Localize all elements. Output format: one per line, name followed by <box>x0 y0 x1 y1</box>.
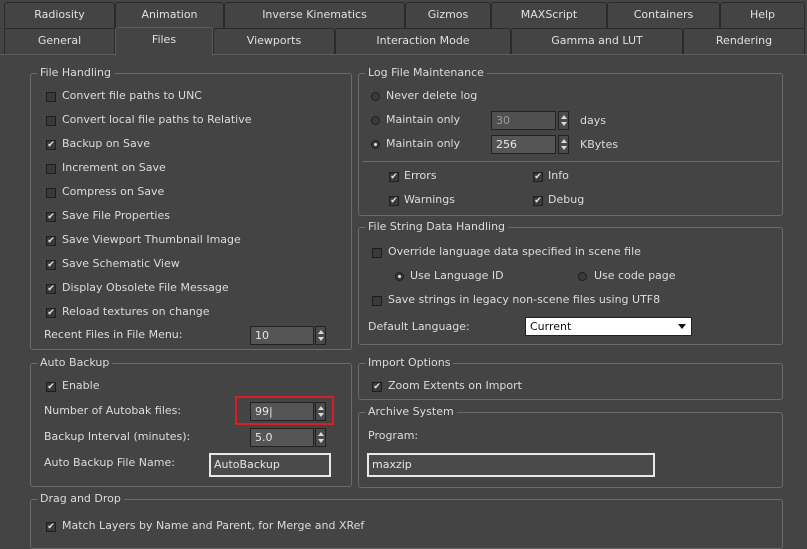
file-handling-option-checkbox[interactable] <box>46 116 56 126</box>
file-handling-option-checkbox[interactable]: ✔ <box>46 212 56 222</box>
file-handling-option-checkbox[interactable] <box>46 164 56 174</box>
file-handling-option-checkbox[interactable]: ✔ <box>46 236 56 246</box>
maintain-kbytes-radio[interactable] <box>371 140 380 149</box>
log-file-title: Log File Maintenance <box>365 65 487 81</box>
spinner-down-icon <box>318 337 324 341</box>
archive-system-title: Archive System <box>365 404 457 420</box>
autobackup-filename-label: Auto Backup File Name: <box>44 456 175 469</box>
maintain-kbytes-label: Maintain only <box>386 137 461 150</box>
file-handling-option-label: Display Obsolete File Message <box>62 281 229 294</box>
kbytes-unit-label: KBytes <box>580 138 619 151</box>
override-language-label: Override language data specified in scen… <box>388 245 641 258</box>
file-handling-option-checkbox[interactable] <box>46 92 56 102</box>
red-highlight-box <box>235 396 334 425</box>
zoom-extents-checkbox[interactable]: ✔ <box>372 382 382 392</box>
maintain-days-radio[interactable] <box>371 116 380 125</box>
recent-files-field[interactable]: 10 <box>250 326 314 345</box>
log-warnings-label: Warnings <box>404 193 455 206</box>
file-handling-option-checkbox[interactable]: ✔ <box>46 284 56 294</box>
override-language-checkbox[interactable] <box>372 248 382 258</box>
tab-animation[interactable]: Animation <box>115 2 224 29</box>
spinner-down-icon <box>561 146 567 150</box>
log-separator <box>362 161 780 162</box>
backup-interval-spinner[interactable] <box>315 428 326 447</box>
backup-interval-label: Backup Interval (minutes): <box>44 430 191 443</box>
spinner-down-icon <box>318 439 324 443</box>
log-warnings-checkbox[interactable]: ✔ <box>389 196 399 206</box>
tab-interaction-mode[interactable]: Interaction Mode <box>335 28 511 55</box>
tab-general[interactable]: General <box>4 28 115 55</box>
never-delete-log-label: Never delete log <box>386 89 478 102</box>
never-delete-log-radio[interactable] <box>371 92 380 101</box>
auto-backup-title: Auto Backup <box>37 355 113 371</box>
log-info-checkbox[interactable]: ✔ <box>533 172 543 182</box>
use-code-page-label: Use code page <box>594 269 676 282</box>
match-layers-checkbox[interactable]: ✔ <box>46 522 56 532</box>
file-handling-option-label: Reload textures on change <box>62 305 210 318</box>
tab-gizmos[interactable]: Gizmos <box>405 2 491 29</box>
enable-autobackup-label: Enable <box>62 379 100 392</box>
file-handling-option-label: Backup on Save <box>62 137 151 150</box>
default-language-dropdown[interactable]: Current <box>525 317 692 336</box>
tab-gamma-and-lut[interactable]: Gamma and LUT <box>511 28 683 55</box>
num-autobak-label: Number of Autobak files: <box>44 404 182 417</box>
spinner-up-icon <box>561 115 567 119</box>
days-unit-label: days <box>580 114 606 127</box>
use-language-id-radio[interactable] <box>395 272 404 281</box>
tab-help[interactable]: Help <box>720 2 805 29</box>
drag-drop-title: Drag and Drop <box>37 491 124 507</box>
use-code-page-radio[interactable] <box>578 272 587 281</box>
log-debug-checkbox[interactable]: ✔ <box>533 196 543 206</box>
match-layers-label: Match Layers by Name and Parent, for Mer… <box>62 519 365 532</box>
tab-containers[interactable]: Containers <box>607 2 720 29</box>
file-handling-option-label: Convert file paths to UNC <box>62 89 202 102</box>
file-handling-option-checkbox[interactable]: ✔ <box>46 308 56 318</box>
maintain-days-field[interactable]: 30 <box>491 111 556 130</box>
file-handling-title: File Handling <box>37 65 114 81</box>
file-handling-option-checkbox[interactable]: ✔ <box>46 260 56 270</box>
backup-interval-field[interactable]: 5.0 <box>250 428 314 447</box>
spinner-up-icon <box>318 432 324 436</box>
file-handling-option-label: Save File Properties <box>62 209 170 222</box>
spinner-up-icon <box>318 330 324 334</box>
default-language-value: Current <box>530 320 572 333</box>
file-handling-option-label: Convert local file paths to Relative <box>62 113 252 126</box>
spinner-down-icon <box>561 122 567 126</box>
archive-program-input[interactable]: maxzip <box>367 453 655 477</box>
maintain-days-label: Maintain only <box>386 113 461 126</box>
maintain-days-spinner[interactable] <box>558 111 569 130</box>
use-language-id-label: Use Language ID <box>410 269 504 282</box>
import-options-title: Import Options <box>365 355 454 371</box>
dropdown-arrow-icon <box>678 324 686 329</box>
recent-files-spinner[interactable] <box>315 326 326 345</box>
maintain-kbytes-field[interactable]: 256 <box>491 135 556 154</box>
log-info-label: Info <box>548 169 569 182</box>
tab-maxscript[interactable]: MAXScript <box>491 2 607 29</box>
spinner-up-icon <box>561 139 567 143</box>
file-handling-option-label: Save Viewport Thumbnail Image <box>62 233 241 246</box>
file-handling-option-checkbox[interactable] <box>46 188 56 198</box>
log-errors-label: Errors <box>404 169 437 182</box>
tab-inverse-kinematics[interactable]: Inverse Kinematics <box>224 2 405 29</box>
save-utf8-label: Save strings in legacy non-scene files u… <box>388 293 661 306</box>
file-handling-option-checkbox[interactable]: ✔ <box>46 140 56 150</box>
archive-program-label: Program: <box>368 429 419 442</box>
recent-files-label: Recent Files in File Menu: <box>44 328 183 341</box>
tab-viewports[interactable]: Viewports <box>213 28 335 55</box>
autobackup-filename-input[interactable]: AutoBackup <box>209 453 331 477</box>
zoom-extents-label: Zoom Extents on Import <box>388 379 522 392</box>
tab-radiosity[interactable]: Radiosity <box>4 2 115 29</box>
save-utf8-checkbox[interactable] <box>372 296 382 306</box>
default-language-label: Default Language: <box>368 320 470 333</box>
enable-autobackup-checkbox[interactable]: ✔ <box>46 382 56 392</box>
log-errors-checkbox[interactable]: ✔ <box>389 172 399 182</box>
file-handling-option-label: Save Schematic View <box>62 257 180 270</box>
file-handling-option-label: Compress on Save <box>62 185 165 198</box>
maintain-kbytes-spinner[interactable] <box>558 135 569 154</box>
tab-rendering[interactable]: Rendering <box>683 28 805 55</box>
log-debug-label: Debug <box>548 193 585 206</box>
tab-files[interactable]: Files <box>115 27 213 56</box>
file-handling-option-label: Increment on Save <box>62 161 166 174</box>
file-string-title: File String Data Handling <box>365 219 509 235</box>
